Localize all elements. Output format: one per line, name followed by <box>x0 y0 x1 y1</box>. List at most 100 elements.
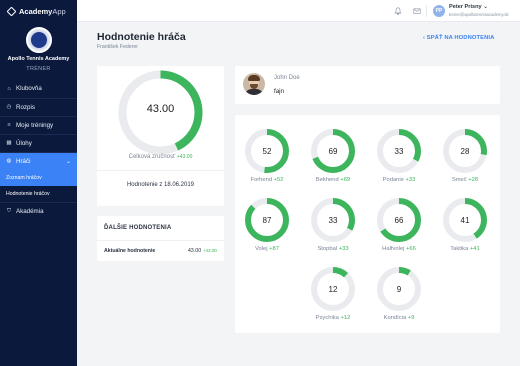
skill-value: 52 <box>262 147 272 156</box>
sidebar-subitem-label: Hodnotenie hráčov <box>6 190 50 197</box>
sidebar-item-klubovna[interactable]: ⌂ Klubovňa <box>0 80 77 98</box>
other-evaluations-card: ĎALŠIE HODNOTENIA Aktuálne hodnotenie 43… <box>97 216 224 261</box>
skill-item: 41 Taktika +41 <box>435 186 495 252</box>
skill-name: Smeč <box>451 177 469 183</box>
skill-value: 66 <box>394 216 404 225</box>
evaluation-date: Hodnotenie z 18.06.2019 <box>126 182 195 188</box>
list-icon: ≡ <box>7 122 11 128</box>
sidebar-item-label: Úlohy <box>16 139 32 147</box>
skill-value: 41 <box>460 216 470 225</box>
sidebar-item-label: Moje tréningy <box>16 121 54 129</box>
skill-label: Stopbal +33 <box>303 246 363 252</box>
chevron-down-icon: ⌄ <box>483 4 488 10</box>
coach-comment-card: John Doe fajn <box>235 66 500 104</box>
player-name: František Federer <box>97 44 138 50</box>
sidebar-item-moje-treningy[interactable]: ≡ Moje tréningy <box>0 115 77 134</box>
brand-light: App <box>52 6 66 16</box>
shield-icon: ⛉ <box>6 207 12 214</box>
avatar[interactable]: PP <box>433 5 445 17</box>
mail-icon[interactable] <box>413 7 421 17</box>
skill-delta: +28 <box>468 177 479 183</box>
comment-text: fajn <box>274 88 284 95</box>
globe-icon: ◍ <box>6 158 12 164</box>
skill-value: 9 <box>396 285 402 294</box>
skill-value: 33 <box>328 216 338 225</box>
overall-label-row: Celková zručnosť +43.00 <box>97 154 224 160</box>
sidebar-subitem-hodnotenie-hracov[interactable]: Hodnotenie hráčov <box>0 185 77 202</box>
skill-value: 28 <box>460 147 470 156</box>
skill-delta: +69 <box>340 177 351 183</box>
skill-delta: +9 <box>407 315 415 321</box>
skill-delta: +41 <box>469 246 480 252</box>
brand-bold: Academy <box>19 6 53 16</box>
skill-value: 33 <box>394 147 404 156</box>
skill-name: Taktika <box>450 246 470 252</box>
skill-name: Forhend <box>250 177 274 183</box>
brand[interactable]: Academy App <box>0 0 77 22</box>
skill-name: Halfvolej <box>382 246 406 252</box>
user-menu[interactable]: Peter Prisny ⌄ <box>449 4 488 10</box>
bell-icon[interactable] <box>394 7 402 17</box>
skill-delta: +12 <box>340 315 351 321</box>
club-logo <box>25 27 52 53</box>
divider <box>97 240 224 241</box>
sidebar-subitem-zoznam-hracov[interactable]: Zoznam hráčov <box>0 169 77 186</box>
skill-name: Kondícia <box>383 315 408 321</box>
skill-name: Volej <box>254 246 270 252</box>
back-to-evaluations-link[interactable]: ‹ SPÄŤ NA HODNOTENIA <box>423 35 494 41</box>
skill-delta: +33 <box>338 246 349 252</box>
sidebar-nav: ⌂ Klubovňa ◷ Rozpis ≡ Moje tréningy ▦ Úl… <box>0 80 77 220</box>
skill-label: Podanie +33 <box>369 177 429 183</box>
sidebar-item-label: Hráči <box>16 157 31 165</box>
academy-logo-icon <box>6 6 17 16</box>
topbar: PP Peter Prisny ⌄ trener@apollotennisaca… <box>77 0 520 22</box>
topbar-divider <box>426 5 427 17</box>
evaluation-row-delta: +43.00 <box>202 248 217 253</box>
skill-delta: +66 <box>406 246 416 252</box>
sidebar-item-label: Rozpis <box>16 103 35 111</box>
skill-item: 12 Psychika +12 <box>303 255 363 321</box>
skill-name: Bekhend <box>315 177 341 183</box>
comment-author: John Doe <box>274 75 300 81</box>
sidebar-item-hraci[interactable]: ◍ Hráči ⌄ <box>0 151 77 170</box>
overall-label: Celková zručnosť <box>128 154 176 160</box>
skill-label: Psychika +12 <box>303 315 363 321</box>
page-title: Hodnotenie hráča <box>97 31 186 43</box>
evaluation-row-label[interactable]: Aktuálne hodnotenie <box>104 248 155 254</box>
skill-delta: +87 <box>269 246 280 252</box>
skill-item: 87 Volej +87 <box>237 186 297 252</box>
user-name: Peter Prisny <box>449 4 482 10</box>
skill-value: 12 <box>328 285 338 294</box>
divider <box>97 170 224 171</box>
skill-label: Kondícia +9 <box>369 315 429 321</box>
overall-skill-card: 43.00 Celková zručnosť +43.00 Hodnotenie… <box>97 66 224 206</box>
club-role: TRÉNER <box>26 65 51 72</box>
skill-value: 87 <box>262 216 272 225</box>
skill-value: 69 <box>328 147 338 156</box>
skill-name: Stopbal <box>317 246 339 252</box>
sidebar-item-rozpis[interactable]: ◷ Rozpis <box>0 97 77 116</box>
skill-delta: +52 <box>273 177 284 183</box>
clock-icon: ◷ <box>6 104 12 110</box>
calendar-icon: ▦ <box>6 140 12 146</box>
skill-item: 66 Halfvolej +66 <box>369 186 429 252</box>
sidebar-subitem-label: Zoznam hráčov <box>6 174 42 181</box>
skill-item: 52 Forhend +52 <box>237 117 297 183</box>
sidebar-item-ulohy[interactable]: ▦ Úlohy <box>0 133 77 152</box>
skill-delta: +33 <box>405 177 416 183</box>
skill-item: 33 Stopbal +33 <box>303 186 363 252</box>
skill-item: 33 Podanie +33 <box>369 117 429 183</box>
chevron-down-icon: ⌄ <box>65 158 71 165</box>
sidebar-item-akademia[interactable]: ⛉ Akadémia <box>0 201 77 220</box>
skill-name: Podanie <box>382 177 406 183</box>
evaluation-row-score: 43.00 <box>187 248 202 254</box>
skill-item: 28 Smeč +28 <box>435 117 495 183</box>
sidebar-item-label: Klubovňa <box>16 85 42 92</box>
skill-label: Volej +87 <box>237 246 297 252</box>
overall-value: 43.00 <box>146 103 175 115</box>
user-email: trener@apollotennisacademy.sk <box>449 12 509 17</box>
skill-label: Taktika +41 <box>435 246 495 252</box>
overall-delta: +43.00 <box>176 154 193 160</box>
skill-item: 9 Kondícia +9 <box>369 255 429 321</box>
back-link-label: SPÄŤ NA HODNOTENIA <box>426 35 495 41</box>
